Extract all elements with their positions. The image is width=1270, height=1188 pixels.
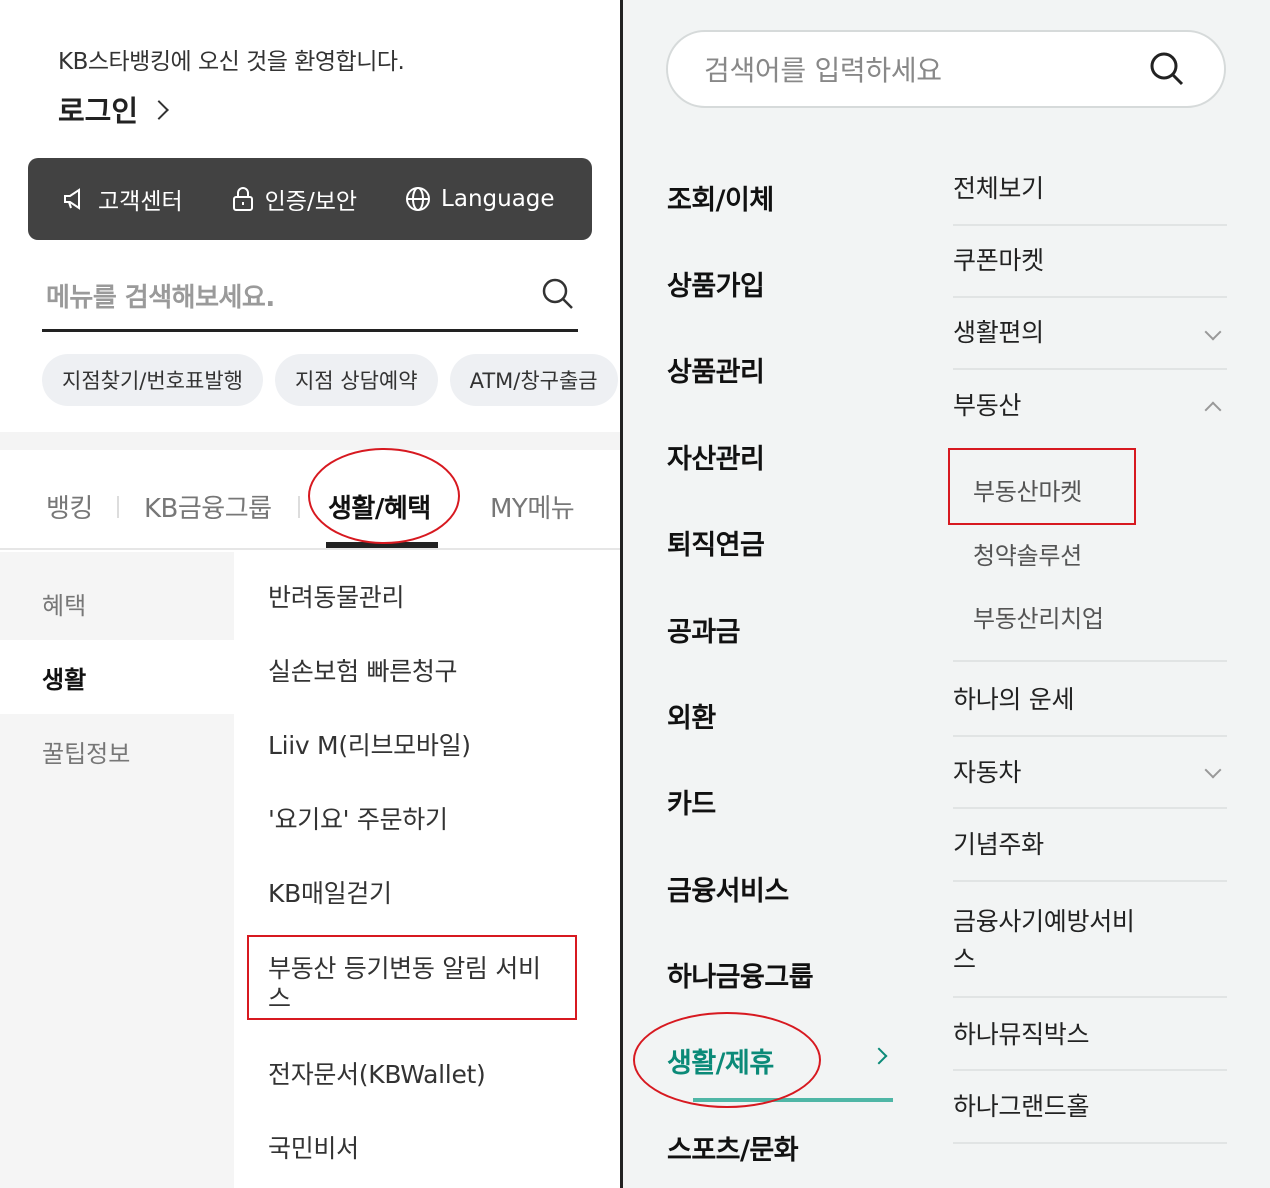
category-pension[interactable]: 퇴직연금 xyxy=(667,523,765,562)
highlight-box xyxy=(948,448,1136,525)
customer-center-button[interactable]: 고객센터 xyxy=(62,182,183,216)
search-placeholder: 검색어를 입력하세요 xyxy=(704,54,942,87)
language-label: Language xyxy=(441,186,555,212)
menu-search-placeholder: 메뉴를 검색해보세요. xyxy=(46,283,275,313)
category-forex[interactable]: 외환 xyxy=(667,696,716,735)
search-icon[interactable] xyxy=(540,276,576,312)
category-utility-bills[interactable]: 공과금 xyxy=(667,610,741,649)
category-sports-culture[interactable]: 스포츠/문화 xyxy=(667,1128,799,1167)
tab-kb-group[interactable]: KB금융그룹 xyxy=(144,488,272,525)
side-item-life[interactable]: 생활 xyxy=(0,640,234,714)
submenu-item-real-estate-richup[interactable]: 부동산리치업 xyxy=(973,599,1104,634)
menu-item-fraud-prevention[interactable]: 금융사기예방서비스 xyxy=(953,903,1153,979)
section-divider xyxy=(0,432,620,450)
row-divider xyxy=(953,296,1227,298)
chevron-right-icon xyxy=(149,100,169,120)
submenu-item-subscription-solution[interactable]: 청약솔루션 xyxy=(973,536,1082,571)
category-card[interactable]: 카드 xyxy=(667,782,716,821)
highlight-ellipse xyxy=(308,448,460,544)
menu-item-hana-music-box[interactable]: 하나뮤직박스 xyxy=(953,1016,1227,1054)
utility-bar: 고객센터 인증/보안 Language xyxy=(28,158,592,240)
menu-item-car[interactable]: 자동차 xyxy=(953,754,1227,792)
menu-item-kbwallet[interactable]: 전자문서(KBWallet) xyxy=(268,1060,486,1090)
side-item-tips[interactable]: 꿀팁정보 xyxy=(0,714,234,788)
row-divider xyxy=(953,880,1227,882)
menu-item-insurance-claim[interactable]: 실손보험 빠른청구 xyxy=(268,657,458,687)
category-product-signup[interactable]: 상품가입 xyxy=(667,264,765,303)
category-financial-service[interactable]: 금융서비스 xyxy=(667,869,789,908)
row-divider xyxy=(953,660,1227,662)
search-icon[interactable] xyxy=(1148,50,1186,88)
highlight-ellipse xyxy=(633,1012,821,1108)
hana-menu-panel: 검색어를 입력하세요 조회/이체 상품가입 상품관리 자산관리 퇴직연금 공과금… xyxy=(623,0,1270,1188)
tab-banking[interactable]: 뱅킹 xyxy=(46,488,93,525)
login-label: 로그인 xyxy=(58,94,139,128)
tab-separator xyxy=(298,496,300,518)
row-divider xyxy=(953,996,1227,998)
menu-item-hana-grand-hall[interactable]: 하나그랜드홀 xyxy=(953,1088,1227,1126)
chip-atm[interactable]: ATM/창구출금 xyxy=(449,354,618,406)
globe-icon xyxy=(406,187,431,211)
menu-item-life-convenience[interactable]: 생활편의 xyxy=(953,314,1227,352)
menu-search-input[interactable]: 메뉴를 검색해보세요. xyxy=(42,262,578,332)
menu-item-kb-walk[interactable]: KB매일걷기 xyxy=(268,879,392,909)
category-inquiry-transfer[interactable]: 조회/이체 xyxy=(667,178,774,217)
category-hana-group[interactable]: 하나금융그룹 xyxy=(667,955,814,994)
lock-icon xyxy=(232,187,253,211)
kb-menu-panel: KB스타뱅킹에 오신 것을 환영합니다. 로그인 고객센터 인증/보안 Lang… xyxy=(0,0,620,1188)
language-button[interactable]: Language xyxy=(405,186,555,212)
menu-item-national-secretary[interactable]: 국민비서 xyxy=(268,1134,359,1164)
side-item-benefits[interactable]: 혜택 xyxy=(0,566,234,640)
category-product-manage[interactable]: 상품관리 xyxy=(667,350,765,389)
tab-my-menu[interactable]: MY메뉴 xyxy=(490,488,575,525)
chip-branch-finder[interactable]: 지점찾기/번호표발행 xyxy=(42,354,263,406)
row-divider xyxy=(953,1069,1227,1071)
tab-separator xyxy=(117,496,119,518)
row-divider xyxy=(953,368,1227,370)
menu-item-pet[interactable]: 반려동물관리 xyxy=(268,583,405,613)
category-asset-manage[interactable]: 자산관리 xyxy=(667,437,765,476)
menu-item-real-estate[interactable]: 부동산 xyxy=(953,387,1227,425)
menu-item-hana-fortune[interactable]: 하나의 운세 xyxy=(953,681,1227,719)
welcome-text: KB스타뱅킹에 오신 것을 환영합니다. xyxy=(58,49,405,75)
highlight-box xyxy=(247,935,577,1020)
side-menu: 혜택 생활 꿀팁정보 xyxy=(0,552,234,1188)
login-link[interactable]: 로그인 xyxy=(58,88,169,130)
menu-item-commemorative-coin[interactable]: 기념주화 xyxy=(953,826,1227,864)
chip-branch-consult[interactable]: 지점 상담예약 xyxy=(274,354,438,406)
menu-item-yogiyo[interactable]: '요기요' 주문하기 xyxy=(268,805,448,835)
row-divider xyxy=(953,735,1227,737)
row-divider xyxy=(953,807,1227,809)
security-label: 인증/보안 xyxy=(264,189,358,215)
chevron-right-icon xyxy=(870,1047,888,1065)
search-input[interactable]: 검색어를 입력하세요 xyxy=(666,30,1226,108)
security-button[interactable]: 인증/보안 xyxy=(231,182,357,216)
row-divider xyxy=(953,1142,1227,1144)
menu-item-coupon-market[interactable]: 쿠폰마켓 xyxy=(953,242,1227,280)
menu-item-liiv-m[interactable]: Liiv M(리브모바일) xyxy=(268,731,471,761)
menu-item-view-all[interactable]: 전체보기 xyxy=(953,170,1227,208)
customer-center-label: 고객센터 xyxy=(98,189,183,215)
megaphone-icon xyxy=(64,188,80,210)
row-divider xyxy=(953,224,1227,226)
quick-chips: 지점찾기/번호표발행 지점 상담예약 ATM/창구출금 xyxy=(42,354,618,406)
